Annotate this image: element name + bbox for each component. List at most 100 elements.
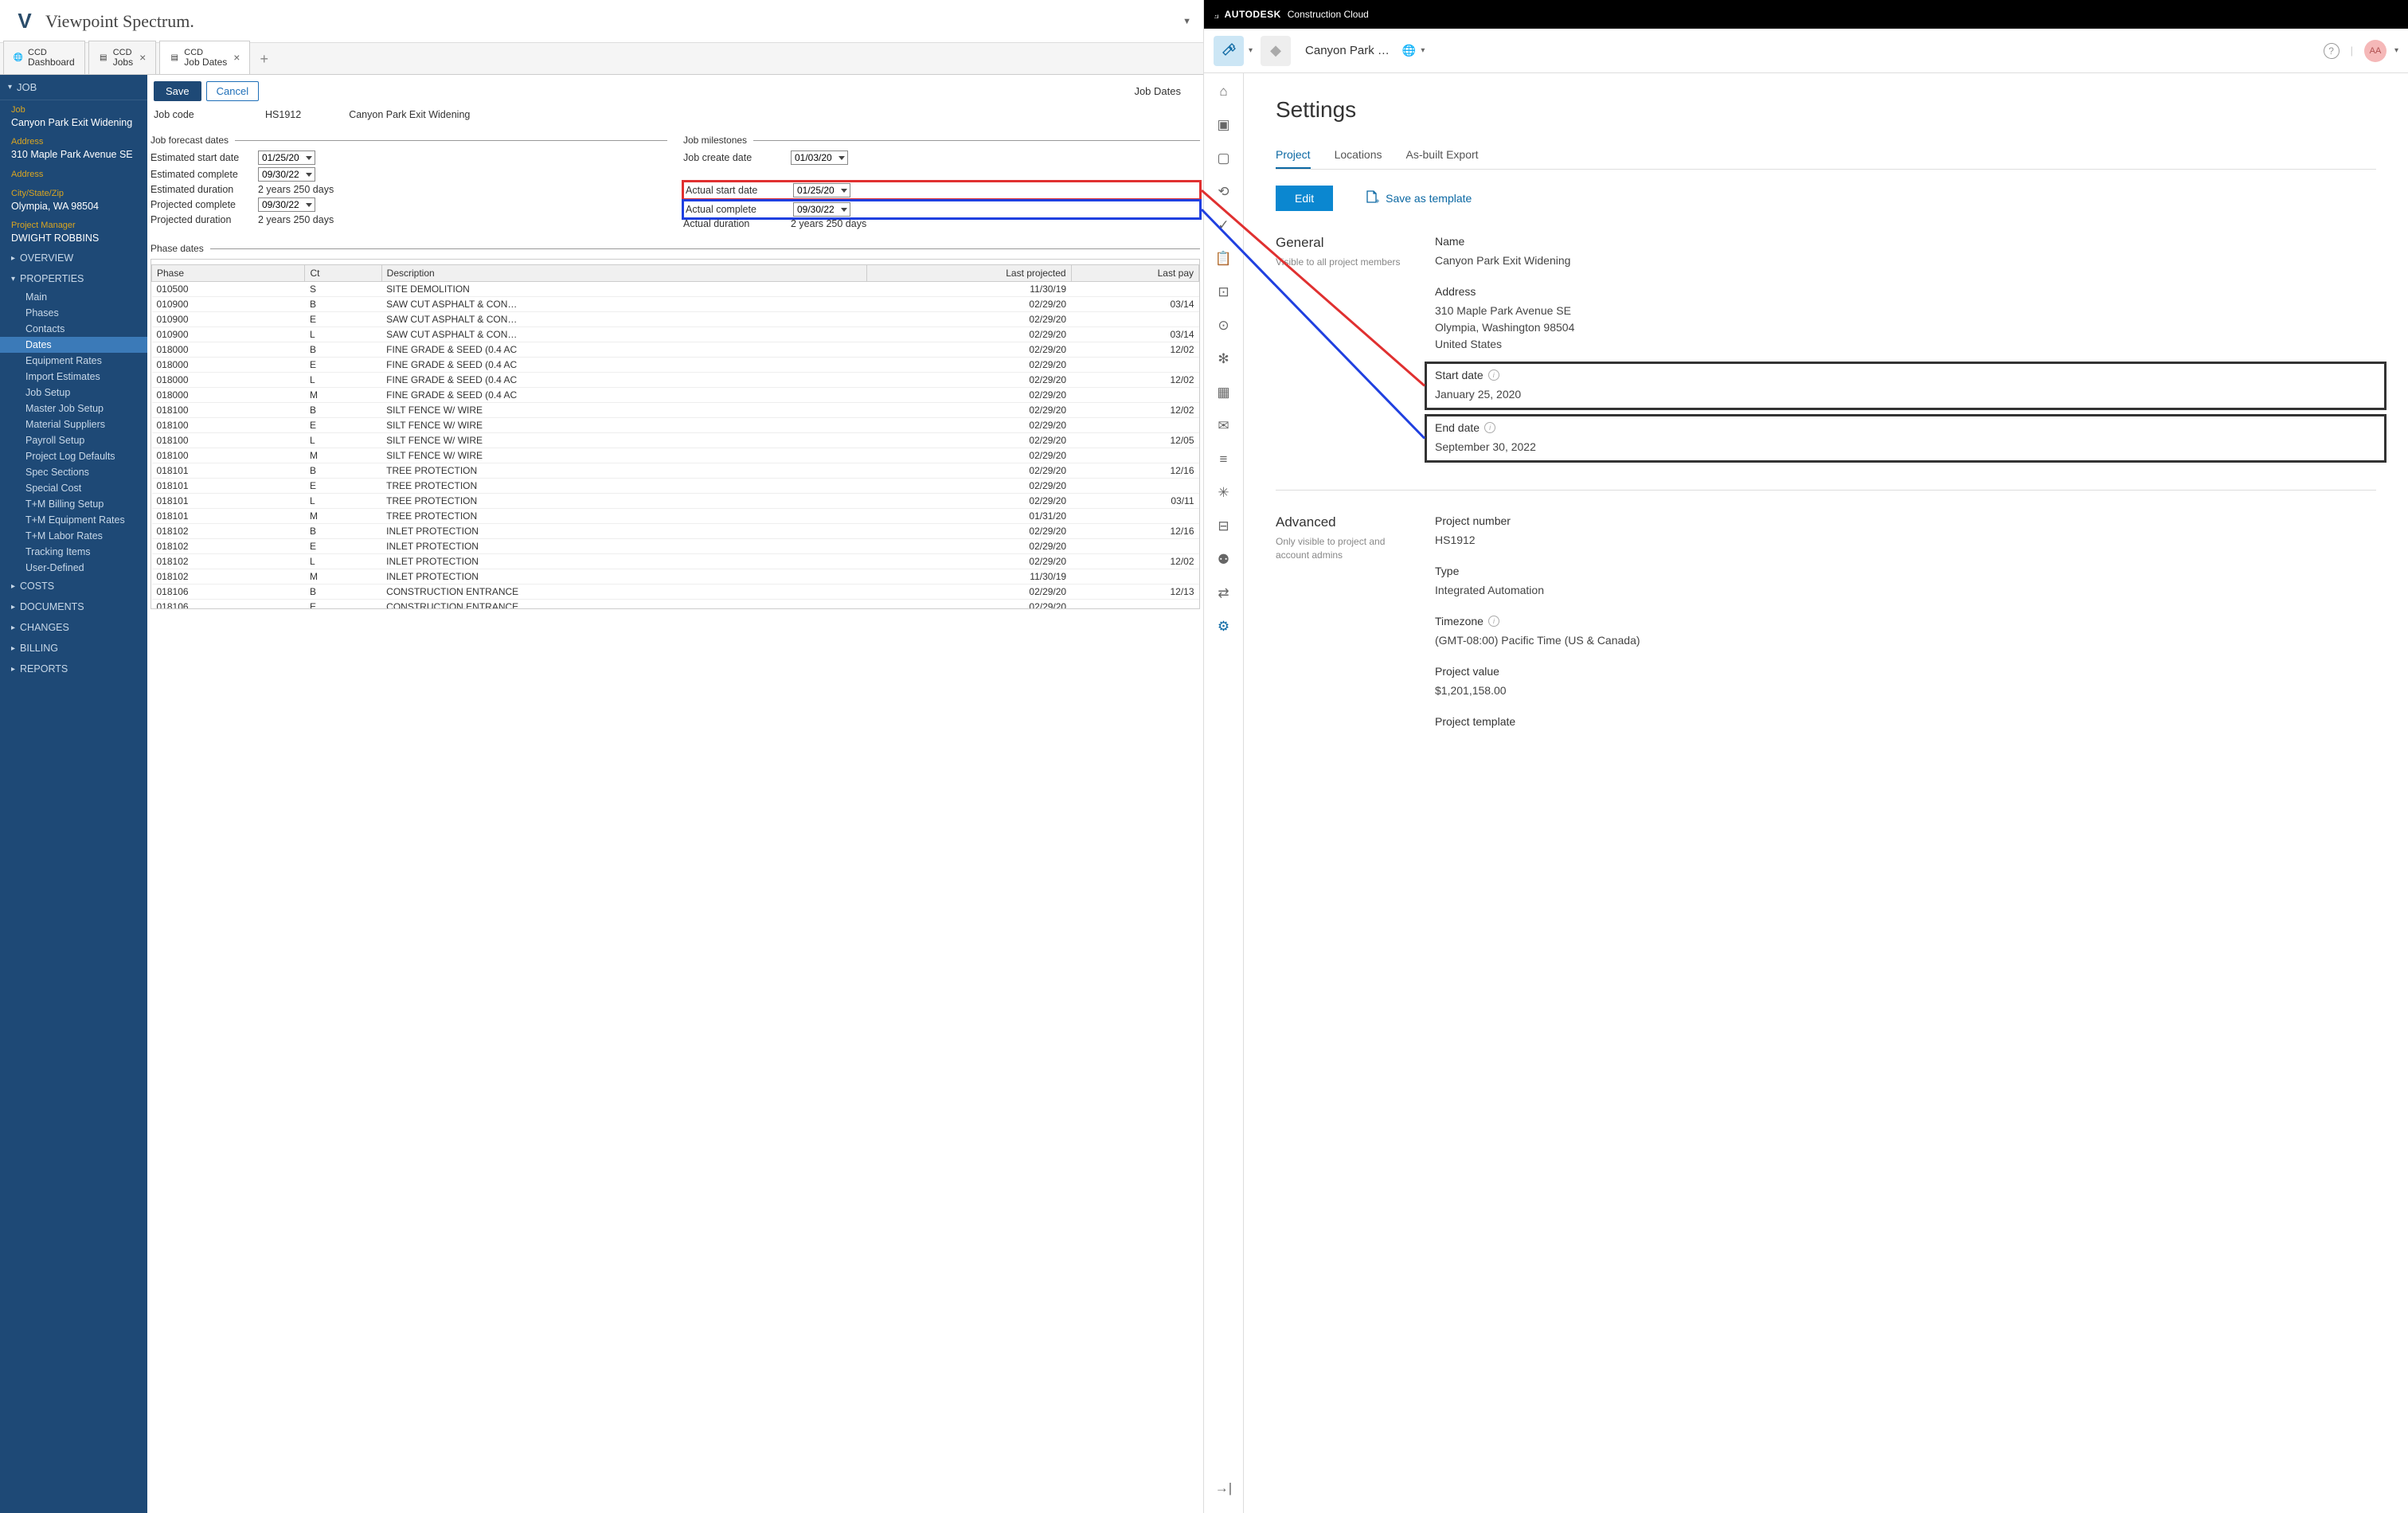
table-row[interactable]: 018102MINLET PROTECTION11/30/19 (152, 569, 1199, 584)
edit-button[interactable]: Edit (1276, 186, 1333, 211)
file-icon[interactable]: ▢ (1215, 150, 1233, 167)
table-row[interactable]: 018100ESILT FENCE W/ WIRE02/29/20 (152, 418, 1199, 433)
module-button[interactable]: ◆ (1261, 36, 1291, 66)
actual-complete-select[interactable]: 09/30/22 (793, 202, 850, 217)
save-button[interactable]: Save (154, 81, 201, 101)
sidebar-item-special-cost[interactable]: Special Cost (0, 480, 147, 496)
est-complete-select[interactable]: 09/30/22 (258, 167, 315, 182)
tab-project[interactable]: Project (1276, 142, 1311, 169)
hammer-tool-button[interactable] (1214, 36, 1244, 66)
table-row[interactable]: 018100BSILT FENCE W/ WIRE02/29/2012/02 (152, 403, 1199, 418)
cancel-button[interactable]: Cancel (206, 81, 259, 101)
sidebar-section-changes[interactable]: ▸CHANGES (0, 617, 147, 638)
tab-job-dates[interactable]: ▤CCDJob Dates× (159, 41, 250, 74)
table-row[interactable]: 018000MFINE GRADE & SEED (0.4 AC02/29/20 (152, 388, 1199, 403)
column-header[interactable]: Last projected (867, 265, 1072, 282)
sidebar-section-costs[interactable]: ▸COSTS (0, 576, 147, 596)
create-date-select[interactable]: 01/03/20 (791, 151, 848, 165)
sidebar-header-job[interactable]: ▾ JOB (0, 75, 147, 100)
column-header[interactable]: Phase (152, 265, 305, 282)
members-icon[interactable]: ⚉ (1215, 551, 1233, 569)
table-row[interactable]: 018106BCONSTRUCTION ENTRANCE02/29/2012/1… (152, 584, 1199, 600)
home-icon[interactable]: ⌂ (1215, 83, 1233, 100)
sidebar-item-spec-sections[interactable]: Spec Sections (0, 464, 147, 480)
collapse-icon[interactable]: →| (1215, 1480, 1233, 1497)
save-template-link[interactable]: + Save as template (1365, 190, 1472, 208)
sidebar-item-user-defined[interactable]: User-Defined (0, 560, 147, 576)
table-row[interactable]: 010900LSAW CUT ASPHALT & CON…02/29/2003/… (152, 327, 1199, 342)
table-row[interactable]: 018000EFINE GRADE & SEED (0.4 AC02/29/20 (152, 358, 1199, 373)
sidebar-section-overview[interactable]: ▸OVERVIEW (0, 248, 147, 268)
table-row[interactable]: 018106ECONSTRUCTION ENTRANCE02/29/20 (152, 600, 1199, 610)
help-icon[interactable]: ? (2324, 43, 2340, 59)
hvac-icon[interactable]: ✳ (1215, 484, 1233, 502)
sidebar-item-dates[interactable]: Dates (0, 337, 147, 353)
sidebar-item-payroll-setup[interactable]: Payroll Setup (0, 432, 147, 448)
sidebar-item-master-job-setup[interactable]: Master Job Setup (0, 401, 147, 416)
tab-jobs[interactable]: ▤CCDJobs× (88, 41, 157, 74)
sidebar-item-material-suppliers[interactable]: Material Suppliers (0, 416, 147, 432)
globe-icon[interactable]: 🌐 (1402, 44, 1416, 57)
check-icon[interactable]: ✓ (1215, 217, 1233, 234)
bridge-icon[interactable]: ⇄ (1215, 584, 1233, 602)
clipboard-icon[interactable]: 📋 (1215, 250, 1233, 268)
review-icon[interactable]: ⟲ (1215, 183, 1233, 201)
list-icon[interactable]: ≡ (1215, 451, 1233, 468)
info-icon[interactable]: i (1484, 422, 1495, 433)
table-row[interactable]: 018101BTREE PROTECTION02/29/2012/16 (152, 463, 1199, 479)
sidebar-item-t-m-billing-setup[interactable]: T+M Billing Setup (0, 496, 147, 512)
table-row[interactable]: 010900BSAW CUT ASPHALT & CON…02/29/2003/… (152, 297, 1199, 312)
table-row[interactable]: 010500SSITE DEMOLITION11/30/19 (152, 282, 1199, 297)
phase-table-scroll[interactable]: PhaseCtDescriptionLast projectedLast pay… (150, 259, 1200, 609)
sidebar-item-project-log-defaults[interactable]: Project Log Defaults (0, 448, 147, 464)
sidebar-item-phases[interactable]: Phases (0, 305, 147, 321)
header-dropdown-icon[interactable]: ▼ (1182, 17, 1191, 26)
table-row[interactable]: 018102BINLET PROTECTION02/29/2012/16 (152, 524, 1199, 539)
table-row[interactable]: 018000LFINE GRADE & SEED (0.4 AC02/29/20… (152, 373, 1199, 388)
chevron-down-icon[interactable]: ▾ (2394, 46, 2398, 55)
chevron-down-icon[interactable]: ▾ (1249, 46, 1253, 55)
issue-icon[interactable]: ⊙ (1215, 317, 1233, 334)
table-row[interactable]: 010900ESAW CUT ASPHALT & CON…02/29/20 (152, 312, 1199, 327)
proj-complete-select[interactable]: 09/30/22 (258, 197, 315, 212)
mail-icon[interactable]: ✉ (1215, 417, 1233, 435)
actual-start-select[interactable]: 01/25/20 (793, 183, 850, 197)
table-row[interactable]: 018102EINLET PROTECTION02/29/20 (152, 539, 1199, 554)
sidebar-section-documents[interactable]: ▸DOCUMENTS (0, 596, 147, 617)
table-row[interactable]: 018000BFINE GRADE & SEED (0.4 AC02/29/20… (152, 342, 1199, 358)
est-start-select[interactable]: 01/25/20 (258, 151, 315, 165)
sidebar-section-reports[interactable]: ▸REPORTS (0, 659, 147, 679)
sheet-icon[interactable]: ▣ (1215, 116, 1233, 134)
project-name[interactable]: Canyon Park … (1305, 44, 1390, 57)
sidebar-item-tracking-items[interactable]: Tracking Items (0, 544, 147, 560)
sidebar-item-t-m-labor-rates[interactable]: T+M Labor Rates (0, 528, 147, 544)
column-header[interactable]: Description (381, 265, 866, 282)
sidebar-item-equipment-rates[interactable]: Equipment Rates (0, 353, 147, 369)
chevron-down-icon[interactable]: ▾ (1421, 46, 1425, 55)
column-header[interactable]: Ct (305, 265, 381, 282)
sidebar-section-billing[interactable]: ▸BILLING (0, 638, 147, 659)
close-icon[interactable]: × (133, 51, 146, 64)
report-icon[interactable]: ⊟ (1215, 518, 1233, 535)
table-row[interactable]: 018102LINLET PROTECTION02/29/2012/02 (152, 554, 1199, 569)
table-row[interactable]: 018101ETREE PROTECTION02/29/20 (152, 479, 1199, 494)
info-icon[interactable]: i (1488, 616, 1499, 627)
sidebar-item-t-m-equipment-rates[interactable]: T+M Equipment Rates (0, 512, 147, 528)
table-row[interactable]: 018101MTREE PROTECTION01/31/20 (152, 509, 1199, 524)
close-icon[interactable]: × (227, 51, 240, 64)
table-row[interactable]: 018100MSILT FENCE W/ WIRE02/29/20 (152, 448, 1199, 463)
sidebar-section-properties[interactable]: ▾PROPERTIES (0, 268, 147, 289)
column-header[interactable]: Last pay (1071, 265, 1198, 282)
schedule-icon[interactable]: ▦ (1215, 384, 1233, 401)
info-icon[interactable]: i (1488, 369, 1499, 381)
table-row[interactable]: 018101LTREE PROTECTION02/29/2003/11 (152, 494, 1199, 509)
avatar[interactable]: AA (2364, 40, 2386, 62)
sidebar-item-contacts[interactable]: Contacts (0, 321, 147, 337)
sidebar-item-job-setup[interactable]: Job Setup (0, 385, 147, 401)
tab-locations[interactable]: Locations (1335, 142, 1382, 169)
tab-as-built-export[interactable]: As-built Export (1406, 142, 1479, 169)
approve-icon[interactable]: ✻ (1215, 350, 1233, 368)
table-row[interactable]: 018100LSILT FENCE W/ WIRE02/29/2012/05 (152, 433, 1199, 448)
sidebar-item-main[interactable]: Main (0, 289, 147, 305)
add-tab-button[interactable]: + (250, 45, 278, 74)
